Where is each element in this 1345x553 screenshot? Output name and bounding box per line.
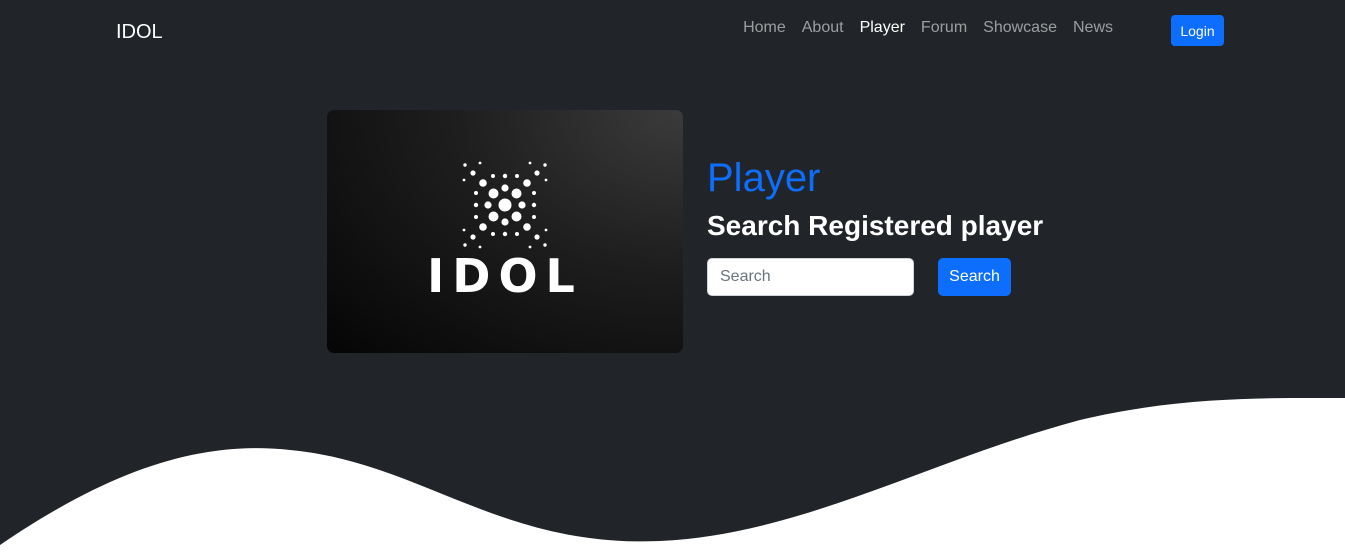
- wave-divider: [0, 397, 1345, 553]
